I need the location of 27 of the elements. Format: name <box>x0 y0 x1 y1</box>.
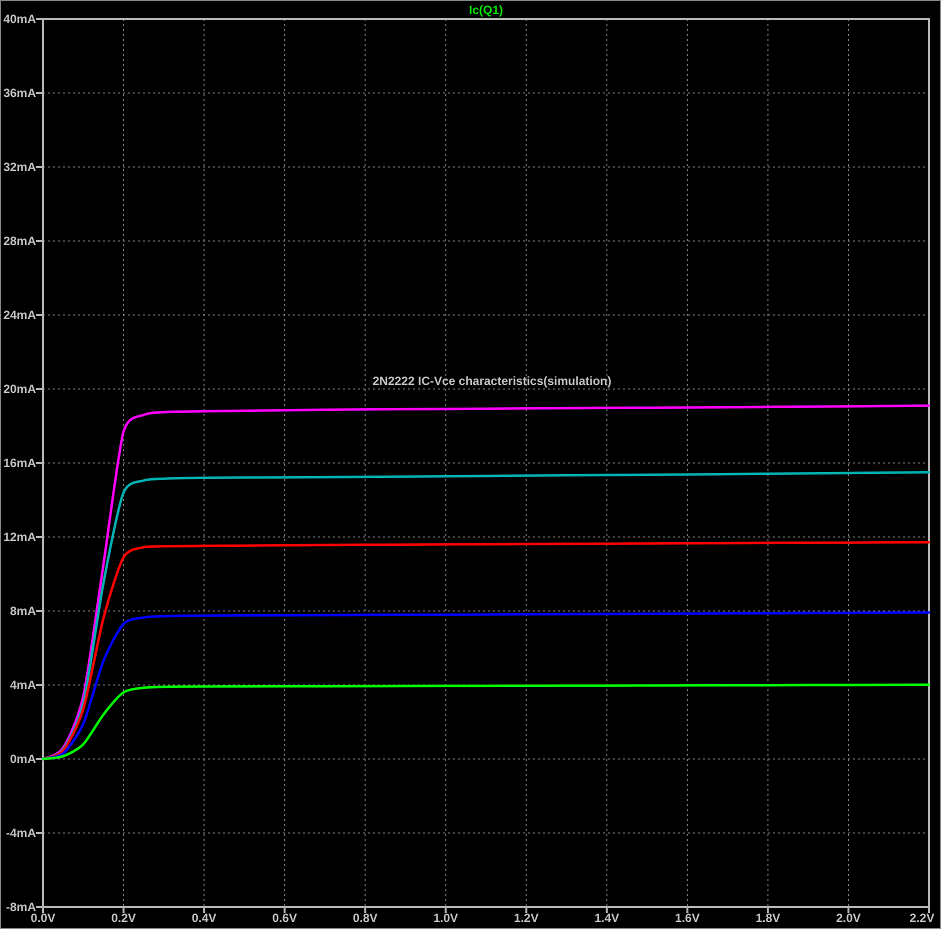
y-tick-label: 12mA <box>3 530 36 544</box>
y-tick-label: 40mA <box>3 12 36 26</box>
y-tick-label: 28mA <box>3 234 36 248</box>
x-tick-label: 0.4V <box>192 911 216 925</box>
x-tick-label: 1.8V <box>756 911 780 925</box>
x-tick-label: 2.0V <box>836 911 861 925</box>
x-tick-label: 2.2V <box>910 911 934 925</box>
y-tick-label: 16mA <box>3 456 36 470</box>
x-tick-label: 1.0V <box>433 911 458 925</box>
y-tick-label: 20mA <box>3 382 36 396</box>
x-tick-label: 0.6V <box>272 911 297 925</box>
chart-annotation: 2N2222 IC-Vce characteristics(simulation) <box>372 374 612 388</box>
y-tick-label: 24mA <box>3 308 36 322</box>
x-tick-label: 1.6V <box>675 911 700 925</box>
x-tick-label: 0.2V <box>111 911 136 925</box>
x-tick-label: 1.2V <box>514 911 539 925</box>
y-tick-label: -4mA <box>6 826 36 840</box>
y-tick-label: 36mA <box>3 86 36 100</box>
y-tick-label: 4mA <box>10 678 36 692</box>
y-tick-label: 0mA <box>10 752 36 766</box>
chart-title: Ic(Q1) <box>469 3 503 17</box>
x-tick-label: 0.8V <box>352 911 378 925</box>
x-tick-label: 1.4V <box>594 911 620 925</box>
y-tick-label: -8mA <box>6 900 36 914</box>
x-tick-label: 0.0V <box>30 911 56 925</box>
y-tick-label: 8mA <box>10 604 36 618</box>
y-tick-label: 32mA <box>3 160 36 174</box>
